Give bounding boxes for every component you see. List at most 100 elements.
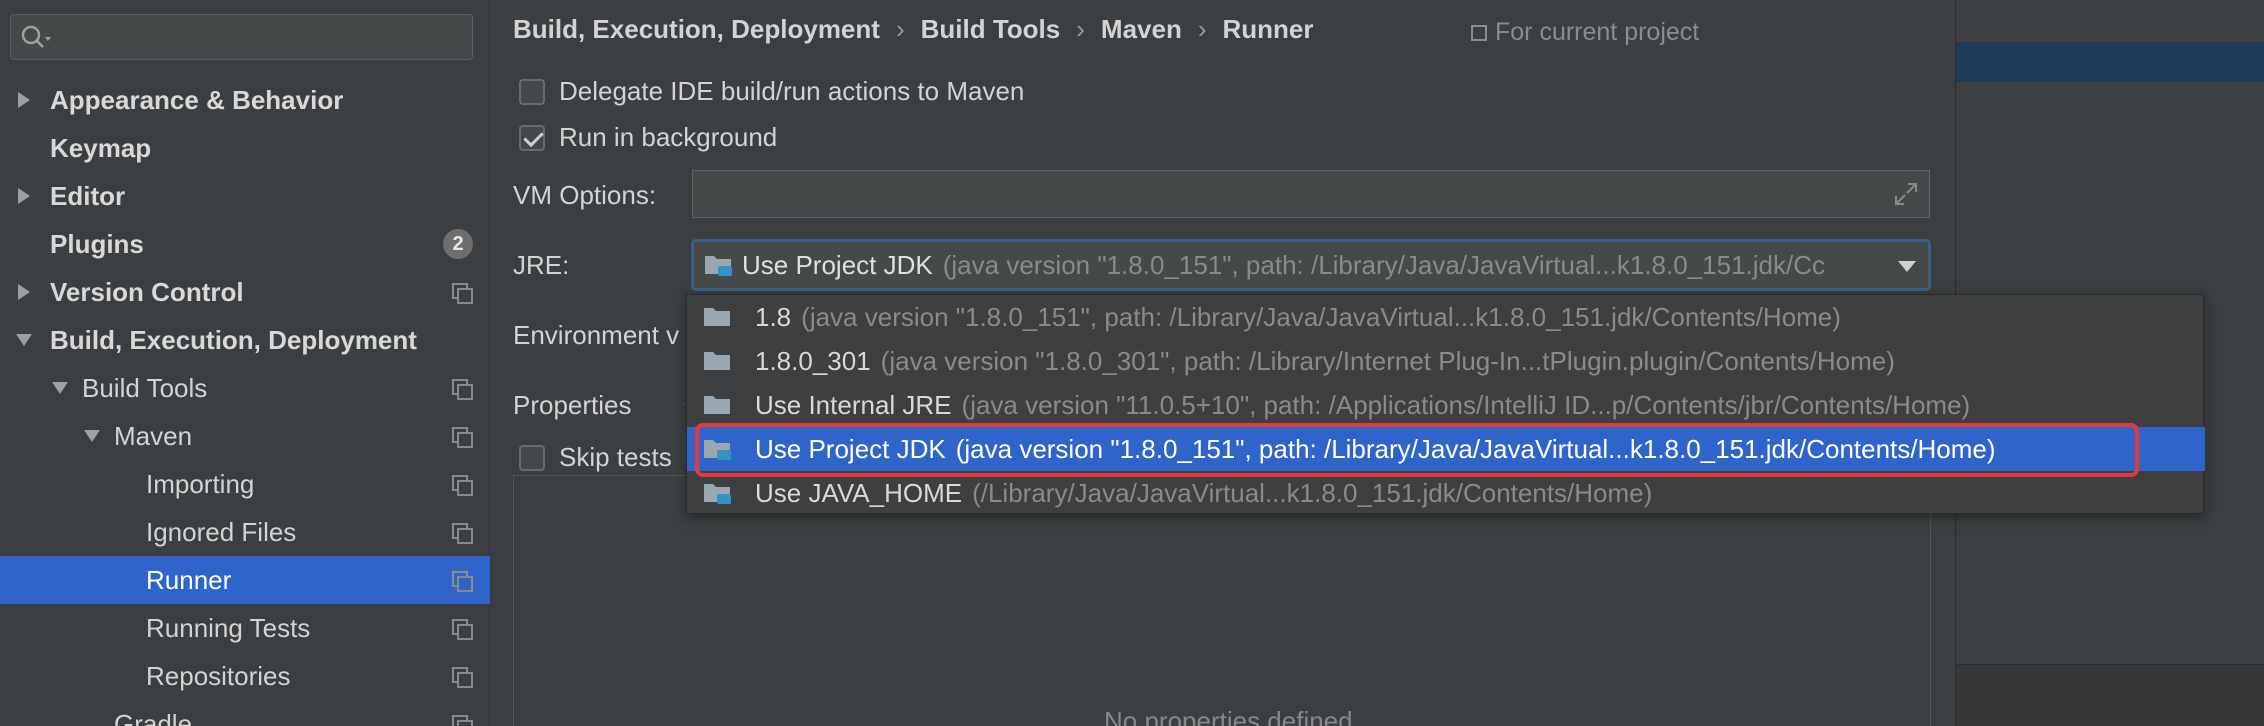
sidebar-item-version-control[interactable]: Version Control xyxy=(0,268,490,316)
jdk-folder-icon xyxy=(704,396,730,414)
sidebar-item-running-tests[interactable]: Running Tests xyxy=(0,604,490,652)
background-footer xyxy=(1956,664,2264,726)
option-detail: (java version "1.8.0_301", path: /Librar… xyxy=(880,345,1895,376)
project-scope-icon xyxy=(452,475,473,496)
breadcrumb-separator-icon: › xyxy=(895,14,905,44)
sidebar-item-label: Maven xyxy=(114,420,193,451)
sidebar-item-label: Keymap xyxy=(50,132,152,163)
empty-state-text: No properties defined xyxy=(1104,706,1353,726)
jre-option-1-8[interactable]: 1.8 (java version "1.8.0_151", path: /Li… xyxy=(687,295,2205,339)
breadcrumb-item: Build Tools xyxy=(920,14,1061,44)
jdk-folder-icon xyxy=(705,256,732,276)
sidebar-item-label: Running Tests xyxy=(146,612,311,643)
sidebar-item-label: Repositories xyxy=(146,660,291,691)
jre-select[interactable]: Use Project JDK (java version "1.8.0_151… xyxy=(691,239,1931,291)
sidebar-item-label: Plugins xyxy=(50,228,144,259)
sidebar-item-appearance[interactable]: Appearance & Behavior xyxy=(0,76,490,124)
sidebar-item-runner[interactable]: Runner xyxy=(0,556,490,604)
sidebar-item-label: Build Tools xyxy=(82,372,208,403)
project-scope-icon xyxy=(452,619,473,640)
sidebar-item-plugins[interactable]: Plugins 2 xyxy=(0,220,490,268)
breadcrumb-item: Runner xyxy=(1222,14,1314,44)
jre-option-1-8-0-301[interactable]: 1.8.0_301 (java version "1.8.0_301", pat… xyxy=(687,339,2205,383)
search-icon xyxy=(21,25,51,48)
jre-selected-name: Use Project JDK xyxy=(742,249,933,280)
option-detail: (/Library/Java/JavaVirtual...k1.8.0_151.… xyxy=(972,477,1653,508)
jre-label: JRE: xyxy=(513,250,570,280)
skip-tests-checkbox[interactable]: Skip tests xyxy=(519,442,672,473)
jre-option-java-home[interactable]: Use JAVA_HOME (/Library/Java/JavaVirtual… xyxy=(687,471,2205,515)
project-scope-icon xyxy=(452,283,473,304)
sidebar-item-keymap[interactable]: Keymap xyxy=(0,124,490,172)
jdk-folder-icon xyxy=(704,308,730,326)
expand-icon[interactable] xyxy=(1893,181,1919,207)
option-name: 1.8.0_301 xyxy=(755,345,871,376)
breadcrumb: Build, Execution, Deployment › Build Tools… xyxy=(513,14,1314,45)
jre-option-internal[interactable]: Use Internal JRE (java version "11.0.5+1… xyxy=(687,383,2205,427)
chevron-right-icon[interactable] xyxy=(18,92,30,108)
project-scope-icon xyxy=(452,667,473,688)
delegate-build-checkbox[interactable]: Delegate IDE build/run actions to Maven xyxy=(519,76,1024,107)
settings-window: Appearance & Behavior Keymap Editor Plug… xyxy=(0,0,2264,726)
project-scope-icon xyxy=(452,715,473,726)
chevron-right-icon[interactable] xyxy=(18,284,30,300)
sidebar-item-label: Version Control xyxy=(50,276,244,307)
breadcrumb-separator-icon: › xyxy=(1076,14,1085,44)
sidebar-item-build-tools[interactable]: Build Tools xyxy=(0,364,490,412)
settings-search-input[interactable] xyxy=(10,14,473,60)
option-name: 1.8 xyxy=(755,301,792,332)
option-detail: (java version "1.8.0_151", path: /Librar… xyxy=(801,301,1841,332)
jdk-folder-icon xyxy=(704,352,730,370)
sidebar-item-build-execution[interactable]: Build, Execution, Deployment xyxy=(0,316,490,364)
option-detail: (java version "11.0.5+10", path: /Applic… xyxy=(961,389,1971,420)
sidebar-item-label: Appearance & Behavior xyxy=(50,84,344,115)
sidebar-item-importing[interactable]: Importing xyxy=(0,460,490,508)
sidebar-item-repositories[interactable]: Repositories xyxy=(0,652,490,700)
jdk-folder-icon xyxy=(704,484,731,504)
checkbox-box[interactable] xyxy=(519,444,545,471)
vm-options-input[interactable] xyxy=(692,170,1930,218)
chevron-down-icon[interactable] xyxy=(1898,261,1916,272)
checkbox-label: Skip tests xyxy=(559,442,672,472)
option-name: Use Internal JRE xyxy=(755,389,952,420)
sidebar-item-maven[interactable]: Maven xyxy=(0,412,490,460)
run-in-background-checkbox[interactable]: Run in background xyxy=(519,122,777,153)
checkbox-box[interactable] xyxy=(519,124,545,151)
environment-label: Environment v xyxy=(513,320,680,350)
scope-hint: For current project xyxy=(1471,18,1699,47)
breadcrumb-item: Build, Execution, Deployment xyxy=(513,14,880,44)
checkbox-box[interactable] xyxy=(519,78,545,105)
project-scope-icon xyxy=(452,571,473,592)
scope-hint-label: For current project xyxy=(1495,18,1700,46)
sidebar-item-label: Build, Execution, Deployment xyxy=(50,324,417,355)
sidebar-item-label: Editor xyxy=(50,180,126,211)
project-scope-icon xyxy=(452,523,473,544)
project-scope-icon xyxy=(1471,25,1487,41)
plugins-count-badge: 2 xyxy=(443,229,473,259)
jre-dropdown-list: 1.8 (java version "1.8.0_151", path: /Li… xyxy=(686,294,2205,515)
sidebar-item-label: Gradle xyxy=(114,708,193,726)
option-name: Use JAVA_HOME xyxy=(755,477,963,508)
project-scope-icon xyxy=(452,379,473,400)
sidebar-item-label: Ignored Files xyxy=(146,516,297,547)
properties-label: Properties xyxy=(513,390,632,420)
breadcrumb-item: Maven xyxy=(1100,14,1182,44)
sidebar-item-gradle[interactable]: Gradle xyxy=(0,700,490,726)
sidebar-item-label: Runner xyxy=(146,564,232,595)
jre-selected-detail: (java version "1.8.0_151", path: /Librar… xyxy=(942,249,1825,280)
background-selection-band xyxy=(1956,42,2264,82)
annotation-highlight-box xyxy=(695,423,2139,477)
sidebar-item-label: Importing xyxy=(146,468,255,499)
breadcrumb-separator-icon: › xyxy=(1197,14,1207,44)
sidebar-item-editor[interactable]: Editor xyxy=(0,172,490,220)
vm-options-label: VM Options: xyxy=(513,180,657,210)
chevron-down-icon[interactable] xyxy=(16,334,32,346)
chevron-down-icon[interactable] xyxy=(52,382,68,394)
sidebar-item-ignored-files[interactable]: Ignored Files xyxy=(0,508,490,556)
chevron-right-icon[interactable] xyxy=(18,188,30,204)
checkbox-label: Run in background xyxy=(559,122,778,152)
project-scope-icon xyxy=(452,427,473,448)
chevron-down-icon[interactable] xyxy=(84,430,100,442)
checkbox-label: Delegate IDE build/run actions to Maven xyxy=(559,76,1025,106)
settings-sidebar: Appearance & Behavior Keymap Editor Plug… xyxy=(0,0,490,726)
